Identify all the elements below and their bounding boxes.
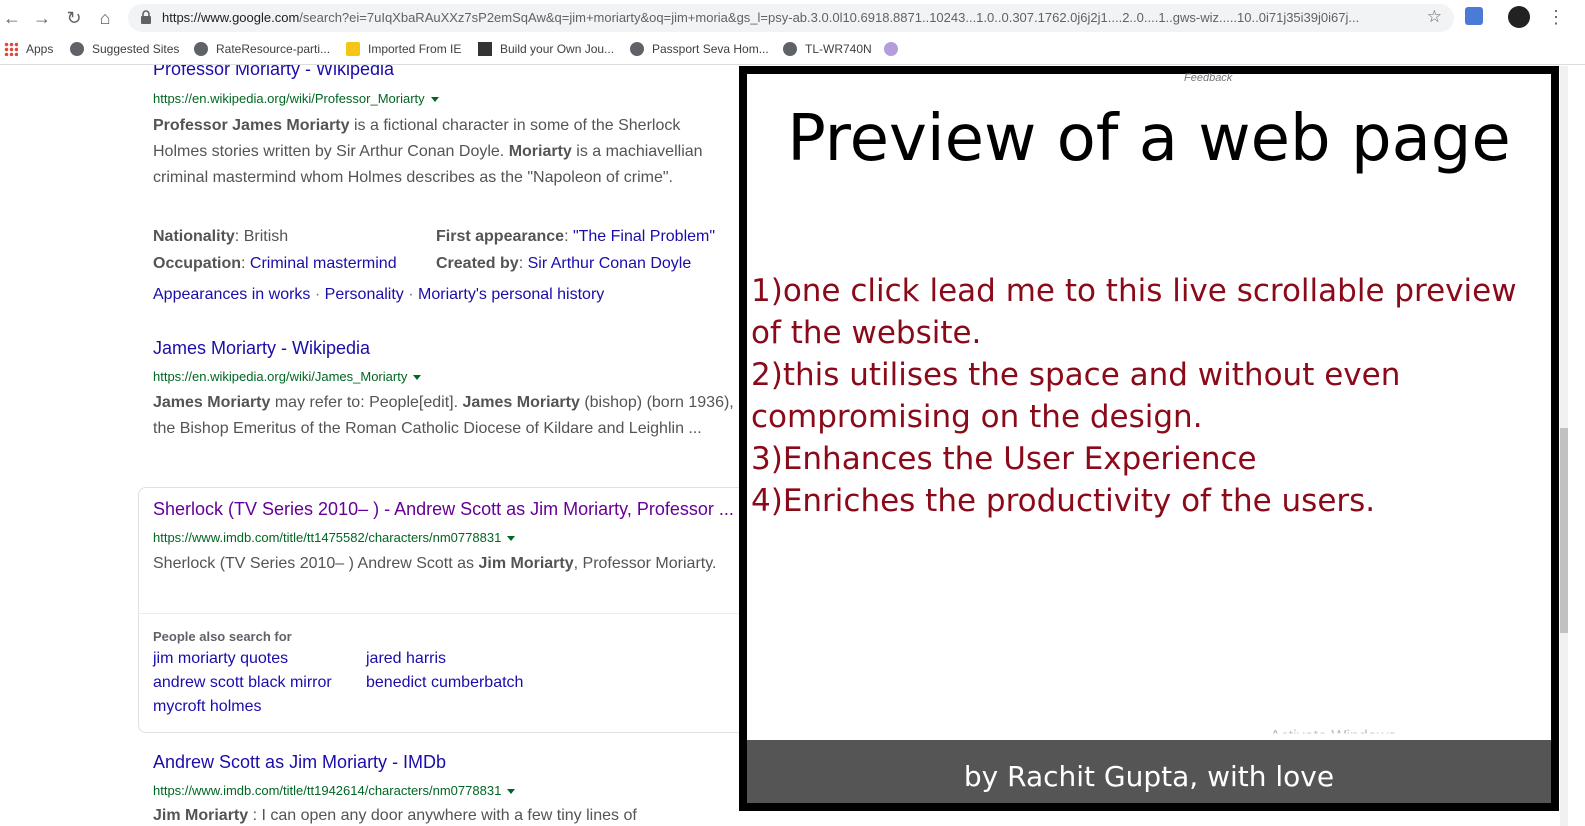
result-card	[138, 487, 764, 733]
preview-points: 1)one click lead me to this live scrolla…	[751, 270, 1547, 522]
url-host: https://www.google.com	[162, 10, 300, 25]
sitelinks: Appearances in works · Personality · Mor…	[153, 286, 605, 303]
result-url[interactable]: https://en.wikipedia.org/wiki/James_Mori…	[153, 369, 422, 384]
sitelink[interactable]: Personality	[325, 286, 404, 303]
bookmark-imported-from-ie[interactable]: Imported From IE	[346, 42, 461, 56]
result-url-text: https://en.wikipedia.org/wiki/Professor_…	[153, 91, 425, 106]
fact-link[interactable]: Criminal mastermind	[250, 255, 397, 272]
site-icon	[478, 42, 492, 56]
sitelink[interactable]: Moriarty's personal history	[418, 286, 604, 303]
menu-icon[interactable]: ⋮	[1547, 6, 1565, 28]
fact-link[interactable]: "The Final Problem"	[573, 228, 715, 245]
globe-icon	[630, 42, 644, 56]
reload-icon[interactable]: ↻	[62, 6, 86, 30]
home-icon[interactable]: ⌂	[93, 6, 117, 30]
result-title[interactable]: Andrew Scott as Jim Moriarty - IMDb	[153, 752, 446, 773]
bookmark-label: TL-WR740N	[805, 42, 872, 56]
lock-icon	[141, 10, 151, 24]
preview-point: 2)this utilises the space and without ev…	[751, 357, 1401, 435]
extension-icon[interactable]	[1465, 7, 1483, 25]
preview-point: 3)Enhances the User Experience	[751, 441, 1257, 477]
result-url[interactable]: https://en.wikipedia.org/wiki/Professor_…	[153, 91, 439, 106]
web-page-preview[interactable]: Feedback Preview of a web page 1)one cli…	[739, 66, 1559, 811]
extension-bookmark-icon	[884, 42, 898, 56]
fact-key: First appearance	[436, 228, 565, 245]
profile-avatar[interactable]	[1508, 6, 1530, 28]
fact-link[interactable]: Sir Arthur Conan Doyle	[528, 255, 692, 272]
browser-toolbar: ← → ↻ ⌂ https://www.google.com/search?ei…	[0, 0, 1585, 36]
preview-title: Preview of a web page	[787, 102, 1511, 176]
result-snippet: James Moriarty may refer to: People[edit…	[153, 394, 734, 437]
result-url-text: https://www.imdb.com/title/tt1942614/cha…	[153, 783, 502, 798]
bookmarks-bar: Apps Suggested Sites RateResource-parti.…	[0, 36, 1585, 65]
bookmark-passport-seva[interactable]: Passport Seva Hom...	[630, 42, 769, 56]
bookmark-tl-wr740n[interactable]: TL-WR740N	[783, 42, 872, 56]
result-snippet: Professor James Moriarty is a fictional …	[153, 117, 703, 186]
bookmark-rateresource[interactable]: RateResource-parti...	[194, 42, 330, 56]
bookmark-extra[interactable]	[884, 42, 906, 56]
apps-grid-icon	[4, 42, 18, 56]
result-title[interactable]: Professor Moriarty - Wikipedia	[153, 65, 394, 80]
dropdown-arrow-icon[interactable]	[430, 97, 439, 103]
dropdown-arrow-icon[interactable]	[507, 789, 516, 795]
bookmark-label: Suggested Sites	[92, 42, 180, 56]
bookmark-build-journal[interactable]: Build your Own Jou...	[478, 42, 614, 56]
url-text[interactable]: https://www.google.com/search?ei=7uIqXba…	[162, 10, 1422, 25]
card-divider	[138, 613, 762, 614]
back-icon[interactable]: ←	[0, 6, 24, 30]
bookmark-label: Imported From IE	[368, 42, 462, 56]
preview-footer: by Rachit Gupta, with love	[747, 740, 1551, 803]
bookmark-label: Apps	[26, 42, 54, 56]
forward-icon[interactable]: →	[30, 6, 54, 30]
bookmark-apps[interactable]: Apps	[4, 42, 53, 56]
bookmark-label: RateResource-parti...	[216, 42, 331, 56]
bookmark-suggested-sites[interactable]: Suggested Sites	[70, 42, 179, 56]
scrollbar-thumb[interactable]	[1560, 428, 1568, 633]
result-title[interactable]: James Moriarty - Wikipedia	[153, 338, 370, 359]
globe-icon	[70, 42, 84, 56]
preview-point: 4)Enriches the productivity of the users…	[751, 483, 1376, 519]
globe-icon	[194, 42, 208, 56]
fact-nationality: Nationality: British	[153, 228, 288, 246]
fact-value: : British	[234, 228, 289, 245]
feedback-link[interactable]: Feedback	[1184, 72, 1232, 84]
fact-key: Created by	[436, 255, 519, 272]
bookmark-star-icon[interactable]: ☆	[1427, 7, 1442, 27]
bookmark-label: Passport Seva Hom...	[652, 42, 769, 56]
result-url[interactable]: https://www.imdb.com/title/tt1942614/cha…	[153, 783, 516, 798]
folder-icon	[346, 42, 360, 56]
fact-key: Nationality	[153, 228, 235, 245]
fact-first-appearance: First appearance: "The Final Problem"	[436, 228, 716, 245]
globe-icon	[783, 42, 797, 56]
address-bar[interactable]: https://www.google.com/search?ei=7uIqXba…	[128, 4, 1454, 32]
dropdown-arrow-icon[interactable]	[413, 375, 422, 381]
preview-point: 1)one click lead me to this live scrolla…	[751, 273, 1517, 351]
fact-created-by: Created by: Sir Arthur Conan Doyle	[436, 255, 692, 272]
sitelink[interactable]: Appearances in works	[153, 286, 310, 303]
fact-key: Occupation	[153, 255, 242, 272]
result-url-text: https://en.wikipedia.org/wiki/James_Mori…	[153, 369, 408, 384]
bookmark-label: Build your Own Jou...	[500, 42, 615, 56]
fact-occupation: Occupation: Criminal mastermind	[153, 255, 397, 272]
url-path: /search?ei=7uIqXbaRAuXXz7sP2emSqAw&q=jim…	[299, 10, 1360, 25]
result-snippet: Jim Moriarty : I can open any door anywh…	[153, 807, 637, 824]
